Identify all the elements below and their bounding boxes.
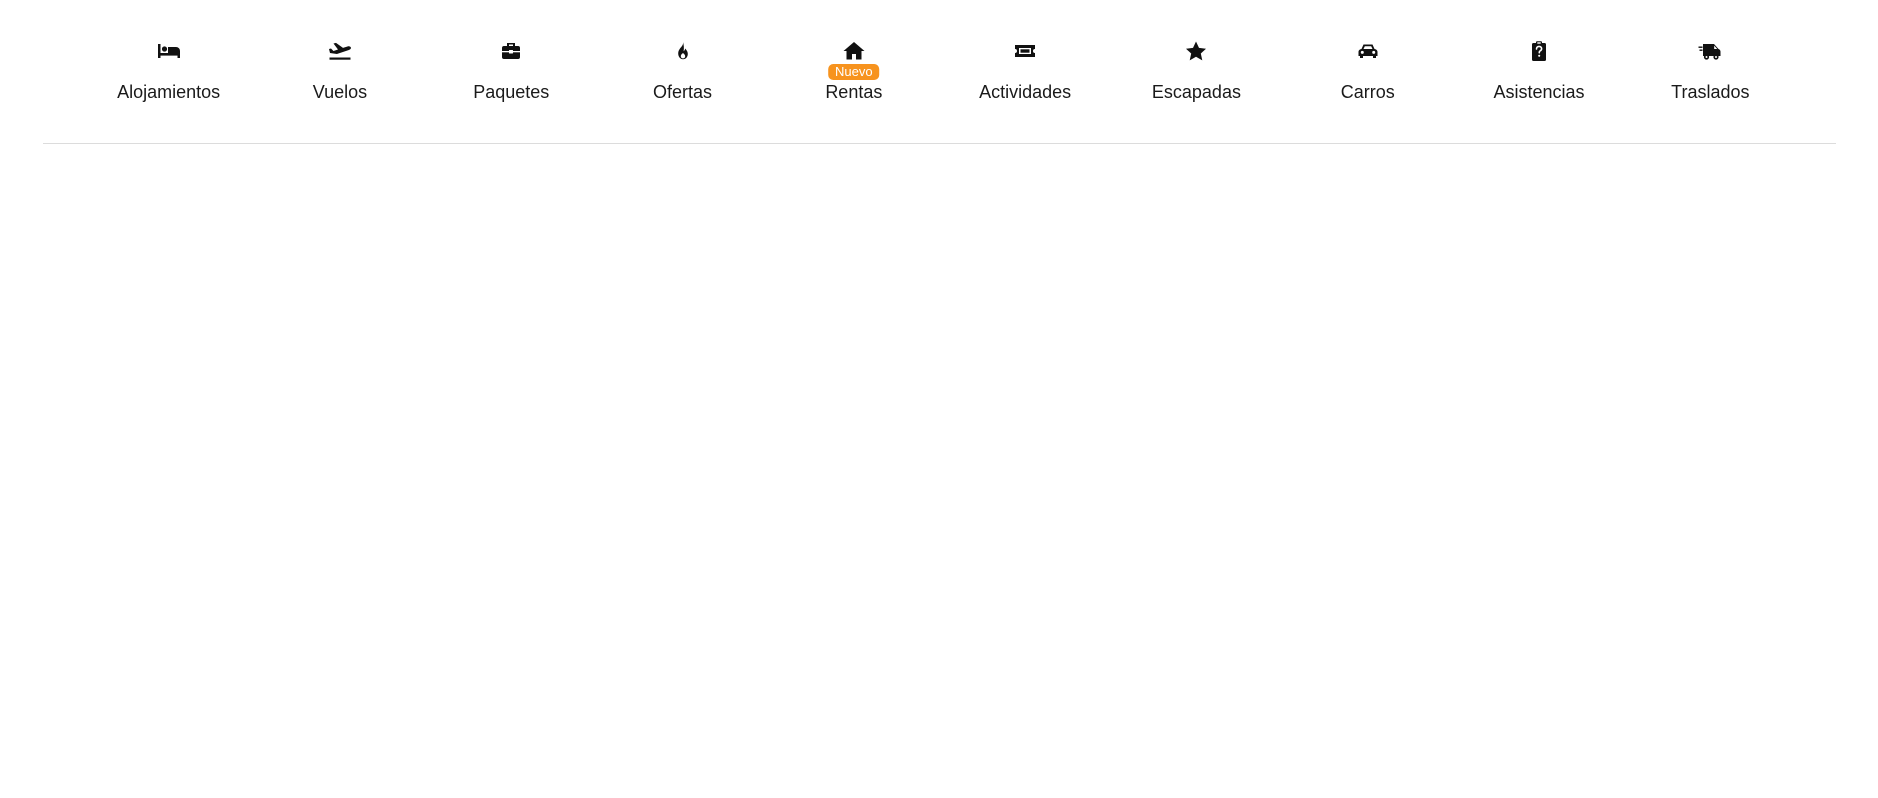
nav-item-label: Ofertas <box>653 82 713 102</box>
new-badge: Nuevo <box>828 64 880 80</box>
nav-item-label: Paquetes <box>473 82 550 102</box>
nav-item-label: Asistencias <box>1493 82 1585 102</box>
plane-departure-icon <box>328 40 352 62</box>
nav-item-paquetes[interactable]: Paquetes <box>426 0 597 110</box>
flame-icon <box>671 40 695 62</box>
nav-item-label: Actividades <box>979 82 1072 102</box>
nav-item-traslados[interactable]: Traslados <box>1625 0 1796 110</box>
home-icon <box>842 40 866 62</box>
shuttle-van-icon <box>1698 40 1722 62</box>
nav-items-row: Alojamientos Vuelos Paquetes Ofertas Nue… <box>83 0 1796 143</box>
nav-item-asistencias[interactable]: Asistencias <box>1453 0 1624 110</box>
nav-item-escapadas[interactable]: Escapadas <box>1111 0 1282 110</box>
nav-item-rentas[interactable]: Nuevo Rentas <box>768 0 939 110</box>
nav-item-ofertas[interactable]: Ofertas <box>597 0 768 110</box>
nav-item-label: Traslados <box>1671 82 1750 102</box>
nav-item-alojamientos[interactable]: Alojamientos <box>83 0 254 110</box>
suitcase-icon <box>499 40 523 62</box>
nav-item-label: Vuelos <box>312 82 368 102</box>
nav-item-label: Alojamientos <box>117 82 221 102</box>
nav-item-label: Escapadas <box>1151 82 1241 102</box>
car-icon <box>1356 40 1380 62</box>
star-icon <box>1184 40 1208 62</box>
top-navigation: Alojamientos Vuelos Paquetes Ofertas Nue… <box>43 0 1836 144</box>
bed-icon <box>157 40 181 62</box>
nav-item-label: Rentas <box>825 82 883 102</box>
nav-item-vuelos[interactable]: Vuelos <box>254 0 425 110</box>
ticket-icon <box>1013 40 1037 62</box>
nav-item-label: Carros <box>1340 82 1395 102</box>
clipboard-question-icon <box>1527 40 1551 62</box>
nav-item-actividades[interactable]: Actividades <box>939 0 1110 110</box>
nav-item-carros[interactable]: Carros <box>1282 0 1453 110</box>
